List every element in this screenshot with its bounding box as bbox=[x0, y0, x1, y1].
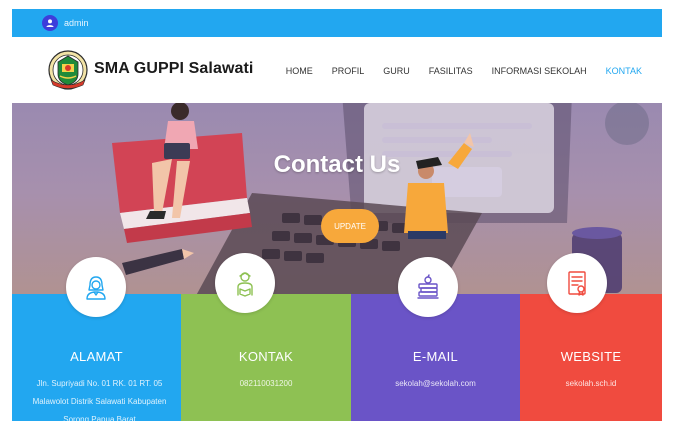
card-text-kontak: 082110031200 bbox=[239, 379, 293, 388]
nav-home[interactable]: HOME bbox=[286, 66, 313, 76]
nav-fasilitas[interactable]: FASILITAS bbox=[429, 66, 473, 76]
card-title-email: E-MAIL bbox=[412, 349, 459, 364]
books-apple-icon bbox=[398, 257, 458, 317]
card-kontak: KONTAK 082110031200 bbox=[181, 294, 351, 421]
card-text-website[interactable]: sekolah.sch.id bbox=[520, 375, 662, 393]
nav-guru[interactable]: GURU bbox=[383, 66, 410, 76]
card-website: WEBSITE sekolah.sch.id bbox=[520, 294, 662, 421]
hero-title: Contact Us bbox=[273, 151, 401, 178]
nav-profil[interactable]: PROFIL bbox=[332, 66, 365, 76]
card-title-alamat: ALAMAT bbox=[70, 349, 123, 364]
card-title-kontak: KONTAK bbox=[238, 349, 294, 364]
school-logo[interactable] bbox=[48, 50, 88, 90]
woman-avatar-icon bbox=[66, 257, 126, 317]
nav-kontak[interactable]: KONTAK bbox=[606, 66, 642, 76]
admin-username[interactable]: admin bbox=[64, 18, 89, 28]
top-bar: admin bbox=[12, 9, 662, 37]
nav-informasi-sekolah[interactable]: INFORMASI SEKOLAH bbox=[492, 66, 587, 76]
card-text-alamat: Jln. Supriyadi No. 01 RK. 01 RT. 05 Mala… bbox=[32, 379, 167, 421]
user-icon[interactable] bbox=[42, 15, 58, 31]
update-button[interactable]: UPDATE bbox=[321, 209, 379, 243]
page-frame: admin SMA GUPPI Salawati HOME PROFIL GUR… bbox=[12, 9, 662, 421]
card-text-email[interactable]: sekolah@sekolah.com bbox=[351, 375, 520, 393]
certificate-icon bbox=[547, 253, 607, 313]
student-reading-icon bbox=[215, 253, 275, 313]
brand-name[interactable]: SMA GUPPI Salawati bbox=[94, 60, 253, 78]
navbar: SMA GUPPI Salawati HOME PROFIL GURU FASI… bbox=[12, 37, 662, 103]
card-title-website: WEBSITE bbox=[560, 349, 622, 364]
main-nav: HOME PROFIL GURU FASILITAS INFORMASI SEK… bbox=[267, 66, 642, 76]
